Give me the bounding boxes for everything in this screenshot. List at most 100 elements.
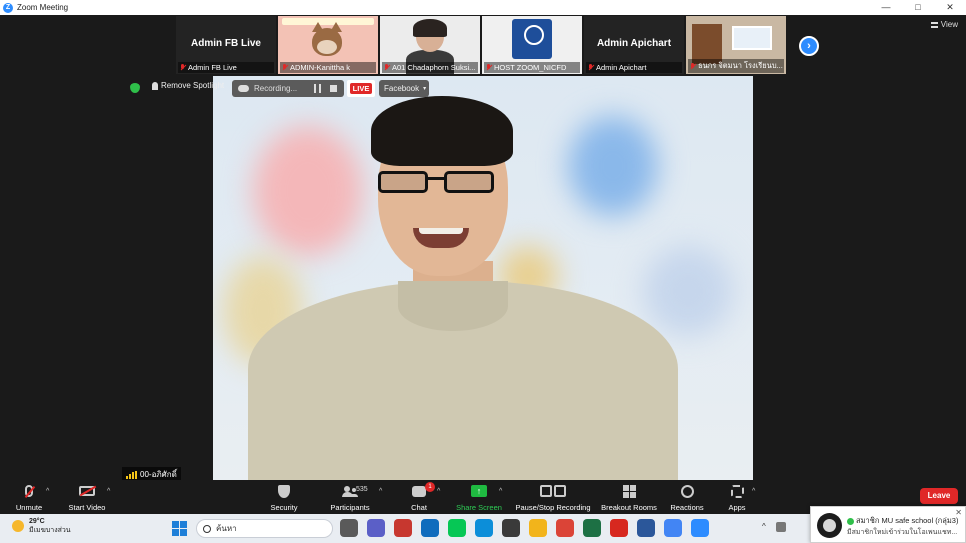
participant-label: A01 Chadaphorn Suksi... [382,62,478,73]
pause-stop-icon [540,485,566,497]
participant-tile[interactable]: ธนกร จิตมนา โรงเรียนบ... [686,16,786,74]
main-speaker-video [213,76,753,480]
participants-options-caret[interactable]: ^ [379,488,382,495]
group-avatar [817,513,842,538]
reactions-label: Reactions [670,503,704,512]
weather-widget[interactable]: 29°C มีเมฆบางส่วน [12,517,71,535]
mail-icon[interactable] [421,519,439,537]
share-screen-label: Share Screen [456,503,502,512]
participants-count: 535 [356,486,368,493]
chat-options-caret[interactable]: ^ [437,488,440,495]
pause-recording-icon[interactable] [314,84,321,93]
shield-icon [278,484,290,498]
leave-button[interactable]: Leave [920,488,958,504]
banner-graphic [282,18,374,25]
mic-off-icon [25,485,33,497]
stop-recording-icon[interactable] [330,85,337,92]
chat-unread-badge: 1 [425,481,435,492]
mic-muted-icon [282,64,288,71]
participants-button[interactable]: 535 Participants [326,482,374,512]
chat-button[interactable]: 1 Chat [404,481,435,512]
unmute-button[interactable]: Unmute [12,482,46,512]
facebook-live-dropdown[interactable]: Facebook ▾ [379,80,429,97]
apps-button[interactable]: Apps [724,482,750,512]
participant-tile[interactable]: HOST ZOOM_NICFD [482,16,582,74]
audio-options-caret[interactable]: ^ [46,488,49,495]
cloud-icon [238,85,249,92]
apps-options-caret[interactable]: ^ [752,488,755,495]
next-page-button[interactable]: › [799,36,819,56]
live-badge[interactable]: LIVE [347,80,375,97]
video-off-icon [79,486,95,496]
glasses-lens [444,171,494,193]
search-icon [203,524,211,533]
store-icon[interactable] [502,519,520,537]
organization-logo [512,19,552,59]
weather-text: 29°C มีเมฆบางส่วน [29,517,71,535]
recording-indicator: Recording... [232,80,344,97]
close-window-button[interactable]: ✕ [934,0,966,15]
video-options-caret[interactable]: ^ [107,488,110,495]
background-blur [253,126,363,256]
line-notification-toast[interactable]: สมาชิก MU safe school (กลุ่ม3) มีสมาชิกใ… [810,506,966,543]
participant-tile[interactable]: ADMIN-Kanittha k [278,16,378,74]
taskbar-search[interactable]: ค้นหา [196,519,333,538]
onedrive-icon[interactable] [775,522,786,532]
explorer-icon[interactable] [529,519,547,537]
mic-muted-icon [588,64,594,71]
remove-spotlight-label: Remove Spotlight [161,81,225,90]
task-view-icon[interactable] [340,519,358,537]
minimize-button[interactable]: — [870,0,902,15]
participant-tile[interactable]: Admin FB Live Admin FB Live [176,16,276,74]
weather-description: มีเมฆบางส่วน [29,527,71,534]
edge-icon[interactable] [475,519,493,537]
participant-strip: Admin FB Live Admin FB Live ADMIN-Kanitt… [176,16,786,74]
word-icon[interactable] [637,519,655,537]
security-button[interactable]: Security [266,482,302,512]
pause-stop-recording-label: Pause/Stop Recording [515,503,591,512]
share-screen-button[interactable]: ↑ Share Screen [455,482,503,512]
mic-muted-icon [486,64,492,71]
video-bookshelf [692,24,722,64]
glasses-bridge [426,177,446,180]
chevron-down-icon: ▾ [423,86,427,92]
participant-tile[interactable]: Admin Apichart Admin Apichart [584,16,684,74]
excel-icon[interactable] [583,519,601,537]
pause-stop-recording-button[interactable]: Pause/Stop Recording [513,482,593,512]
chrome-2-icon[interactable] [664,519,682,537]
teams-icon[interactable] [367,519,385,537]
chrome-icon[interactable] [556,519,574,537]
chat-icon: 1 [412,481,435,497]
reactions-button[interactable]: Reactions [668,482,706,512]
remove-spotlight-button[interactable]: Remove Spotlight [152,81,224,90]
breakout-rooms-button[interactable]: Breakout Rooms [599,482,659,512]
apps-label: Apps [728,503,746,512]
line-icon[interactable] [448,519,466,537]
start-video-button[interactable]: Start Video [66,482,108,512]
window-controls: — □ ✕ [870,0,966,15]
mic-muted-icon [180,64,186,71]
apps-icon [730,484,744,498]
participant-label: Admin FB Live [178,62,274,73]
participant-label: HOST ZOOM_NICFD [484,62,580,73]
maximize-button[interactable]: □ [902,0,934,15]
signal-strength-icon [126,470,137,479]
tray-overflow-caret[interactable]: ^ [762,522,766,532]
share-options-caret[interactable]: ^ [499,488,502,495]
zoom-icon[interactable] [691,519,709,537]
app-red-icon[interactable] [394,519,412,537]
recording-label: Recording... [254,84,298,93]
participant-name: A01 Chadaphorn Suksi... [392,63,476,72]
close-icon[interactable]: ✕ [955,508,962,517]
participant-label: ธนกร จิตมนา โรงเรียนบ... [688,59,784,73]
participant-tile[interactable]: A01 Chadaphorn Suksi... [380,16,480,74]
mic-muted-icon [384,64,390,71]
start-video-label: Start Video [68,503,106,512]
view-button[interactable]: View [930,20,958,29]
glasses-lens [378,171,428,193]
speaker-collar [398,281,508,331]
partly-cloudy-icon [12,520,24,532]
windows-start-icon[interactable] [172,521,187,536]
participant-name: ธนกร จิตมนา โรงเรียนบ... [698,61,783,70]
acrobat-icon[interactable] [610,519,628,537]
